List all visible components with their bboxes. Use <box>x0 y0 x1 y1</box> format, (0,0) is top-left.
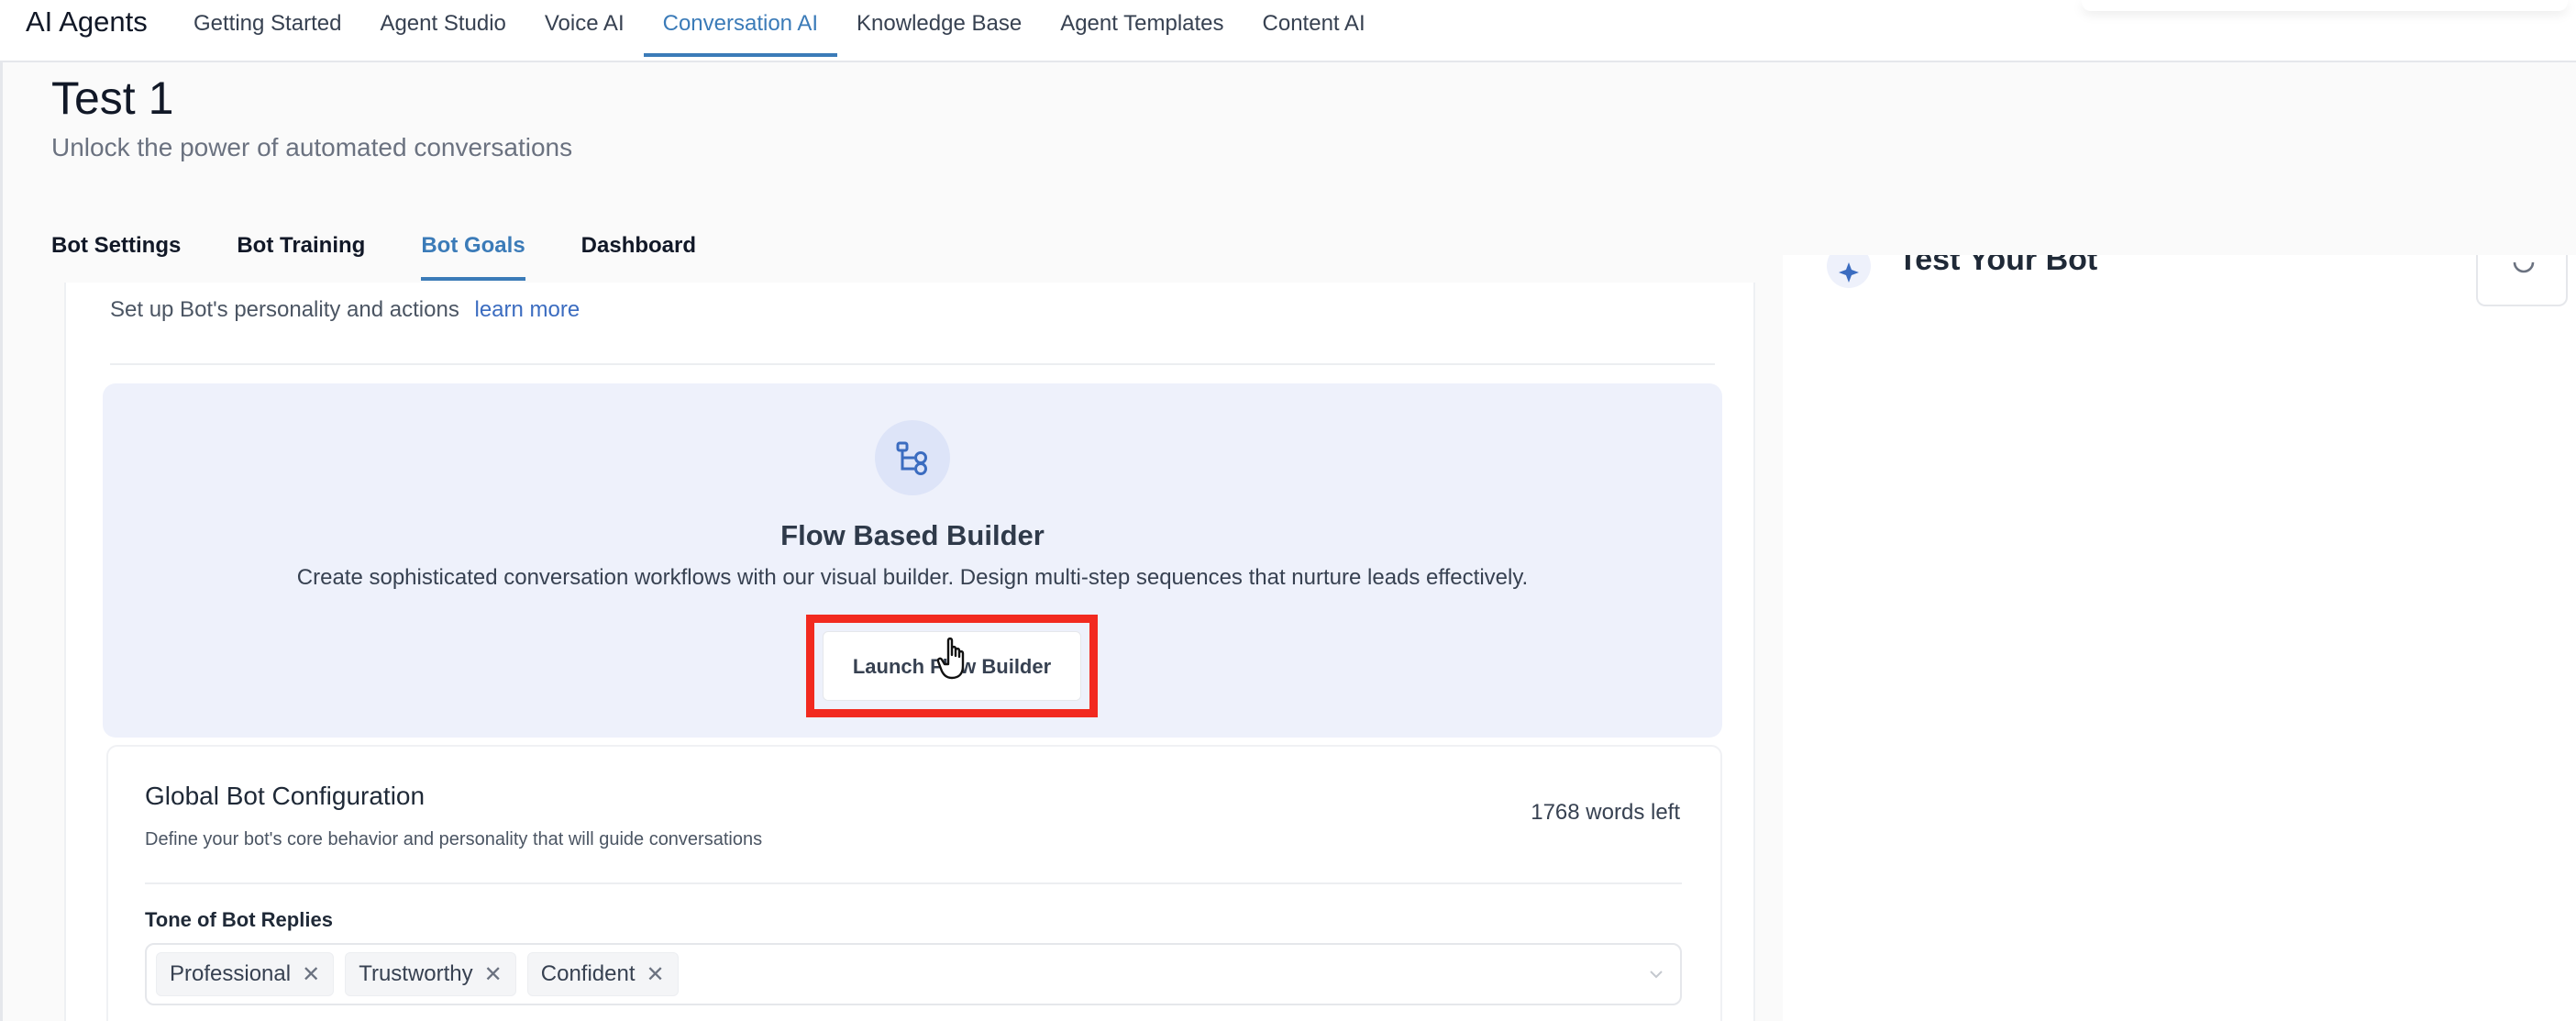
learn-more-link[interactable]: learn more <box>474 297 580 322</box>
remove-chip-icon[interactable]: ✕ <box>484 961 503 988</box>
bot-goals-card: Set up Bot's personality and actions lea… <box>64 283 1755 1021</box>
nav-tab-voice-ai[interactable]: Voice AI <box>525 0 644 57</box>
chip-label: Professional <box>170 961 292 986</box>
refresh-button[interactable] <box>2476 255 2568 306</box>
global-config-title: Global Bot Configuration <box>145 782 426 810</box>
setup-description: Set up Bot's personality and actions lea… <box>110 297 580 323</box>
tone-multiselect[interactable]: Professional ✕ Trustworthy ✕ Confident ✕ <box>145 943 1682 1005</box>
tab-bot-goals[interactable]: Bot Goals <box>421 229 525 281</box>
words-left-counter: 1768 words left <box>1531 800 1680 825</box>
tone-chip: Trustworthy ✕ <box>345 952 516 996</box>
remove-chip-icon[interactable]: ✕ <box>647 961 665 988</box>
divider <box>145 882 1682 884</box>
refresh-icon <box>2513 261 2535 273</box>
tone-chips: Professional ✕ Trustworthy ✕ Confident ✕ <box>156 952 690 996</box>
tone-label: Tone of Bot Replies <box>145 908 333 931</box>
bot-sparkle-icon <box>1827 255 1871 288</box>
nav-tab-conversation-ai[interactable]: Conversation AI <box>643 0 838 57</box>
chevron-down-icon[interactable] <box>1647 965 1665 983</box>
tab-bot-settings[interactable]: Bot Settings <box>51 229 181 281</box>
global-bot-configuration: Global Bot Configuration Define your bot… <box>106 745 1722 1021</box>
nav-tab-knowledge-base[interactable]: Knowledge Base <box>837 0 1041 57</box>
flow-builder-description: Create sophisticated conversation workfl… <box>296 565 1529 590</box>
nav-tab-agent-studio[interactable]: Agent Studio <box>360 0 525 57</box>
test-bot-panel: Test Your Bot <box>1783 255 2576 1021</box>
divider <box>110 363 1715 365</box>
nav-tab-agent-templates[interactable]: Agent Templates <box>1041 0 1243 57</box>
chip-label: Confident <box>540 961 636 986</box>
flow-builder-panel: Flow Based Builder Create sophisticated … <box>103 383 1722 738</box>
global-config-description: Define your bot's core behavior and pers… <box>145 829 763 849</box>
setup-text: Set up Bot's personality and actions <box>110 297 459 322</box>
top-navigation: AI Agents Getting Started Agent Studio V… <box>0 0 2576 62</box>
test-bot-title: Test Your Bot <box>1898 255 2098 277</box>
hand-cursor-icon <box>937 637 965 680</box>
bot-subtabs: Bot Settings Bot Training Bot Goals Dash… <box>51 229 752 283</box>
header-popover-edge <box>2082 0 2568 11</box>
remove-chip-icon[interactable]: ✕ <box>302 961 320 988</box>
tab-dashboard[interactable]: Dashboard <box>581 229 696 281</box>
page-title: Test 1 <box>51 72 174 124</box>
nav-tab-getting-started[interactable]: Getting Started <box>174 0 360 57</box>
nav-tabs: Getting Started Agent Studio Voice AI Co… <box>174 0 1385 62</box>
nav-tab-content-ai[interactable]: Content AI <box>1244 0 1385 57</box>
page-left-border <box>0 62 3 1021</box>
tone-chip: Professional ✕ <box>156 952 335 996</box>
tone-chip: Confident ✕ <box>526 952 679 996</box>
flow-diagram-icon <box>875 420 950 495</box>
brand-title: AI Agents <box>26 6 148 38</box>
page-subtitle: Unlock the power of automated conversati… <box>51 133 573 161</box>
flow-builder-title: Flow Based Builder <box>780 519 1045 551</box>
tab-bot-training[interactable]: Bot Training <box>237 229 365 281</box>
chip-label: Trustworthy <box>359 961 473 986</box>
